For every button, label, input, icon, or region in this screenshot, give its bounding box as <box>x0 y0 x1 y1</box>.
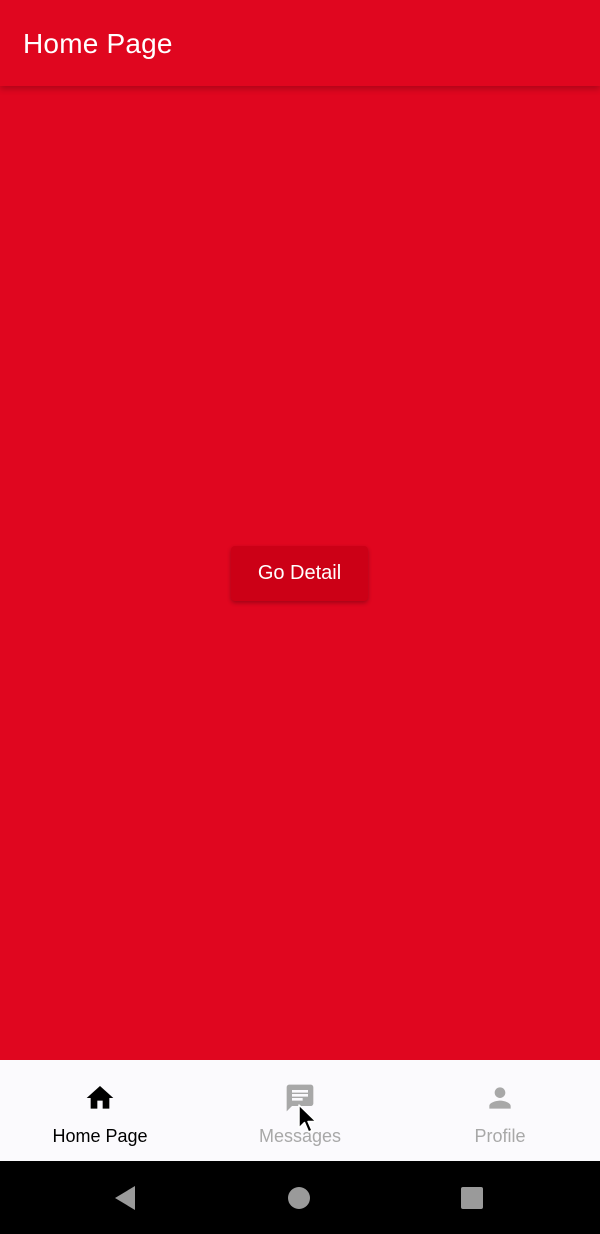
nav-item-home[interactable]: Home Page <box>0 1060 200 1161</box>
app-screen: Home Page Go Detail Home Page Messages P… <box>0 0 600 1234</box>
nav-item-label: Profile <box>474 1126 526 1146</box>
person-icon <box>489 1087 511 1109</box>
nav-item-messages[interactable]: Messages <box>200 1060 400 1161</box>
message-icon <box>286 1084 314 1112</box>
back-icon[interactable] <box>113 1185 137 1211</box>
nav-item-profile[interactable]: Profile <box>400 1060 600 1161</box>
bottom-navigation-bar: Home Page Messages Profile <box>0 1060 600 1161</box>
system-navigation-bar <box>0 1161 600 1234</box>
go-detail-button[interactable]: Go Detail <box>231 546 368 601</box>
home-icon <box>86 1086 114 1109</box>
recents-icon[interactable] <box>460 1186 484 1210</box>
home-circle-icon[interactable] <box>287 1186 311 1210</box>
page-title: Home Page <box>23 28 173 59</box>
main-content: Go Detail <box>0 86 600 1060</box>
app-bar: Home Page <box>0 0 600 86</box>
nav-item-label: Home Page <box>52 1126 148 1146</box>
nav-item-label: Messages <box>258 1126 342 1146</box>
